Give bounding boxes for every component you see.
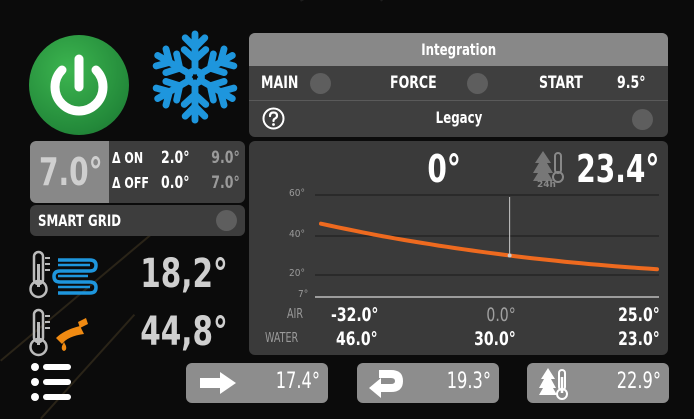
delta-off-value[interactable]: 0.0°: [161, 173, 189, 193]
start-label: START: [539, 73, 583, 93]
room-temp-button[interactable]: 22.9°: [527, 363, 669, 403]
current-point: [507, 253, 512, 258]
power-icon: [50, 54, 108, 116]
main-toggle[interactable]: [310, 73, 331, 94]
return-temp-value: 19.3°: [446, 369, 491, 394]
setpoint-value: 7.0°: [39, 150, 103, 194]
return-temp-button[interactable]: 19.3°: [357, 363, 499, 403]
air-min-value[interactable]: -32.0°: [331, 304, 378, 326]
water-max-value[interactable]: 23.0°: [618, 328, 660, 350]
legacy-row: Legacy: [249, 101, 668, 137]
room-temp-value: 22.9°: [616, 369, 661, 394]
arrow-right-icon: [200, 372, 236, 394]
y-tick-7: 7°: [298, 289, 309, 300]
thermometer-tap-icon[interactable]: [28, 308, 100, 358]
heating-curve-chart[interactable]: [249, 141, 668, 355]
menu-button[interactable]: [30, 361, 74, 405]
tree-thermometer-icon: [539, 368, 568, 400]
start-value[interactable]: 9.5°: [617, 73, 645, 93]
delta-off-label: Δ OFF: [112, 174, 149, 192]
off-result-value: 7.0°: [211, 173, 240, 193]
water-label: WATER: [265, 331, 299, 346]
snowflake-icon: [146, 30, 244, 126]
smart-grid-toggle[interactable]: [216, 210, 237, 231]
background-line: [380, 0, 694, 2]
y-tick-20: 20°: [289, 268, 305, 279]
hysteresis-panel: 7.0° Δ ON 2.0° 9.0° Δ OFF 0.0° 7.0°: [30, 141, 245, 203]
delta-on-value[interactable]: 2.0°: [161, 148, 189, 168]
floor-heating-value: 18,2°: [140, 251, 228, 297]
legacy-label: Legacy: [435, 108, 483, 127]
air-mid-value: 0.0°: [486, 304, 516, 326]
power-button[interactable]: [29, 35, 129, 135]
force-toggle[interactable]: [467, 73, 488, 94]
heating-curve-line: [319, 221, 659, 272]
background-line: [300, 0, 694, 2]
integration-header: Integration: [249, 33, 668, 66]
air-label: AIR: [287, 307, 304, 322]
water-mid-value[interactable]: 30.0°: [474, 328, 516, 350]
integration-row: MAIN FORCE START 9.5°: [249, 66, 668, 100]
y-tick-40: 40°: [289, 229, 305, 240]
supply-temp-value: 17.4°: [275, 369, 320, 394]
question-circle-icon[interactable]: [262, 107, 285, 130]
heating-curve-panel: 0° 24h 23.4° 60° 40° 20° 7° AIR WATER -3…: [249, 141, 668, 355]
cooling-mode-button[interactable]: [146, 28, 244, 126]
delta-on-label: Δ ON: [112, 149, 144, 167]
thermometer-floor-heating-icon[interactable]: [28, 250, 100, 300]
legacy-toggle[interactable]: [632, 109, 653, 130]
return-arrow-icon: [369, 370, 403, 398]
smart-grid-row: SMART GRID: [30, 205, 245, 236]
y-tick-60: 60°: [289, 188, 305, 199]
air-max-value[interactable]: 25.0°: [618, 304, 660, 326]
integration-panel: Integration MAIN FORCE START 9.5° Legacy: [249, 33, 668, 137]
water-min-value[interactable]: 46.0°: [336, 328, 378, 350]
integration-title: Integration: [421, 40, 496, 59]
force-label: FORCE: [390, 73, 437, 93]
menu-icon: [31, 363, 71, 401]
on-result-value: 9.0°: [211, 148, 240, 168]
hot-water-value: 44,8°: [140, 309, 228, 355]
smart-grid-label: SMART GRID: [38, 211, 122, 230]
supply-temp-button[interactable]: 17.4°: [186, 363, 328, 403]
main-label: MAIN: [261, 73, 299, 93]
